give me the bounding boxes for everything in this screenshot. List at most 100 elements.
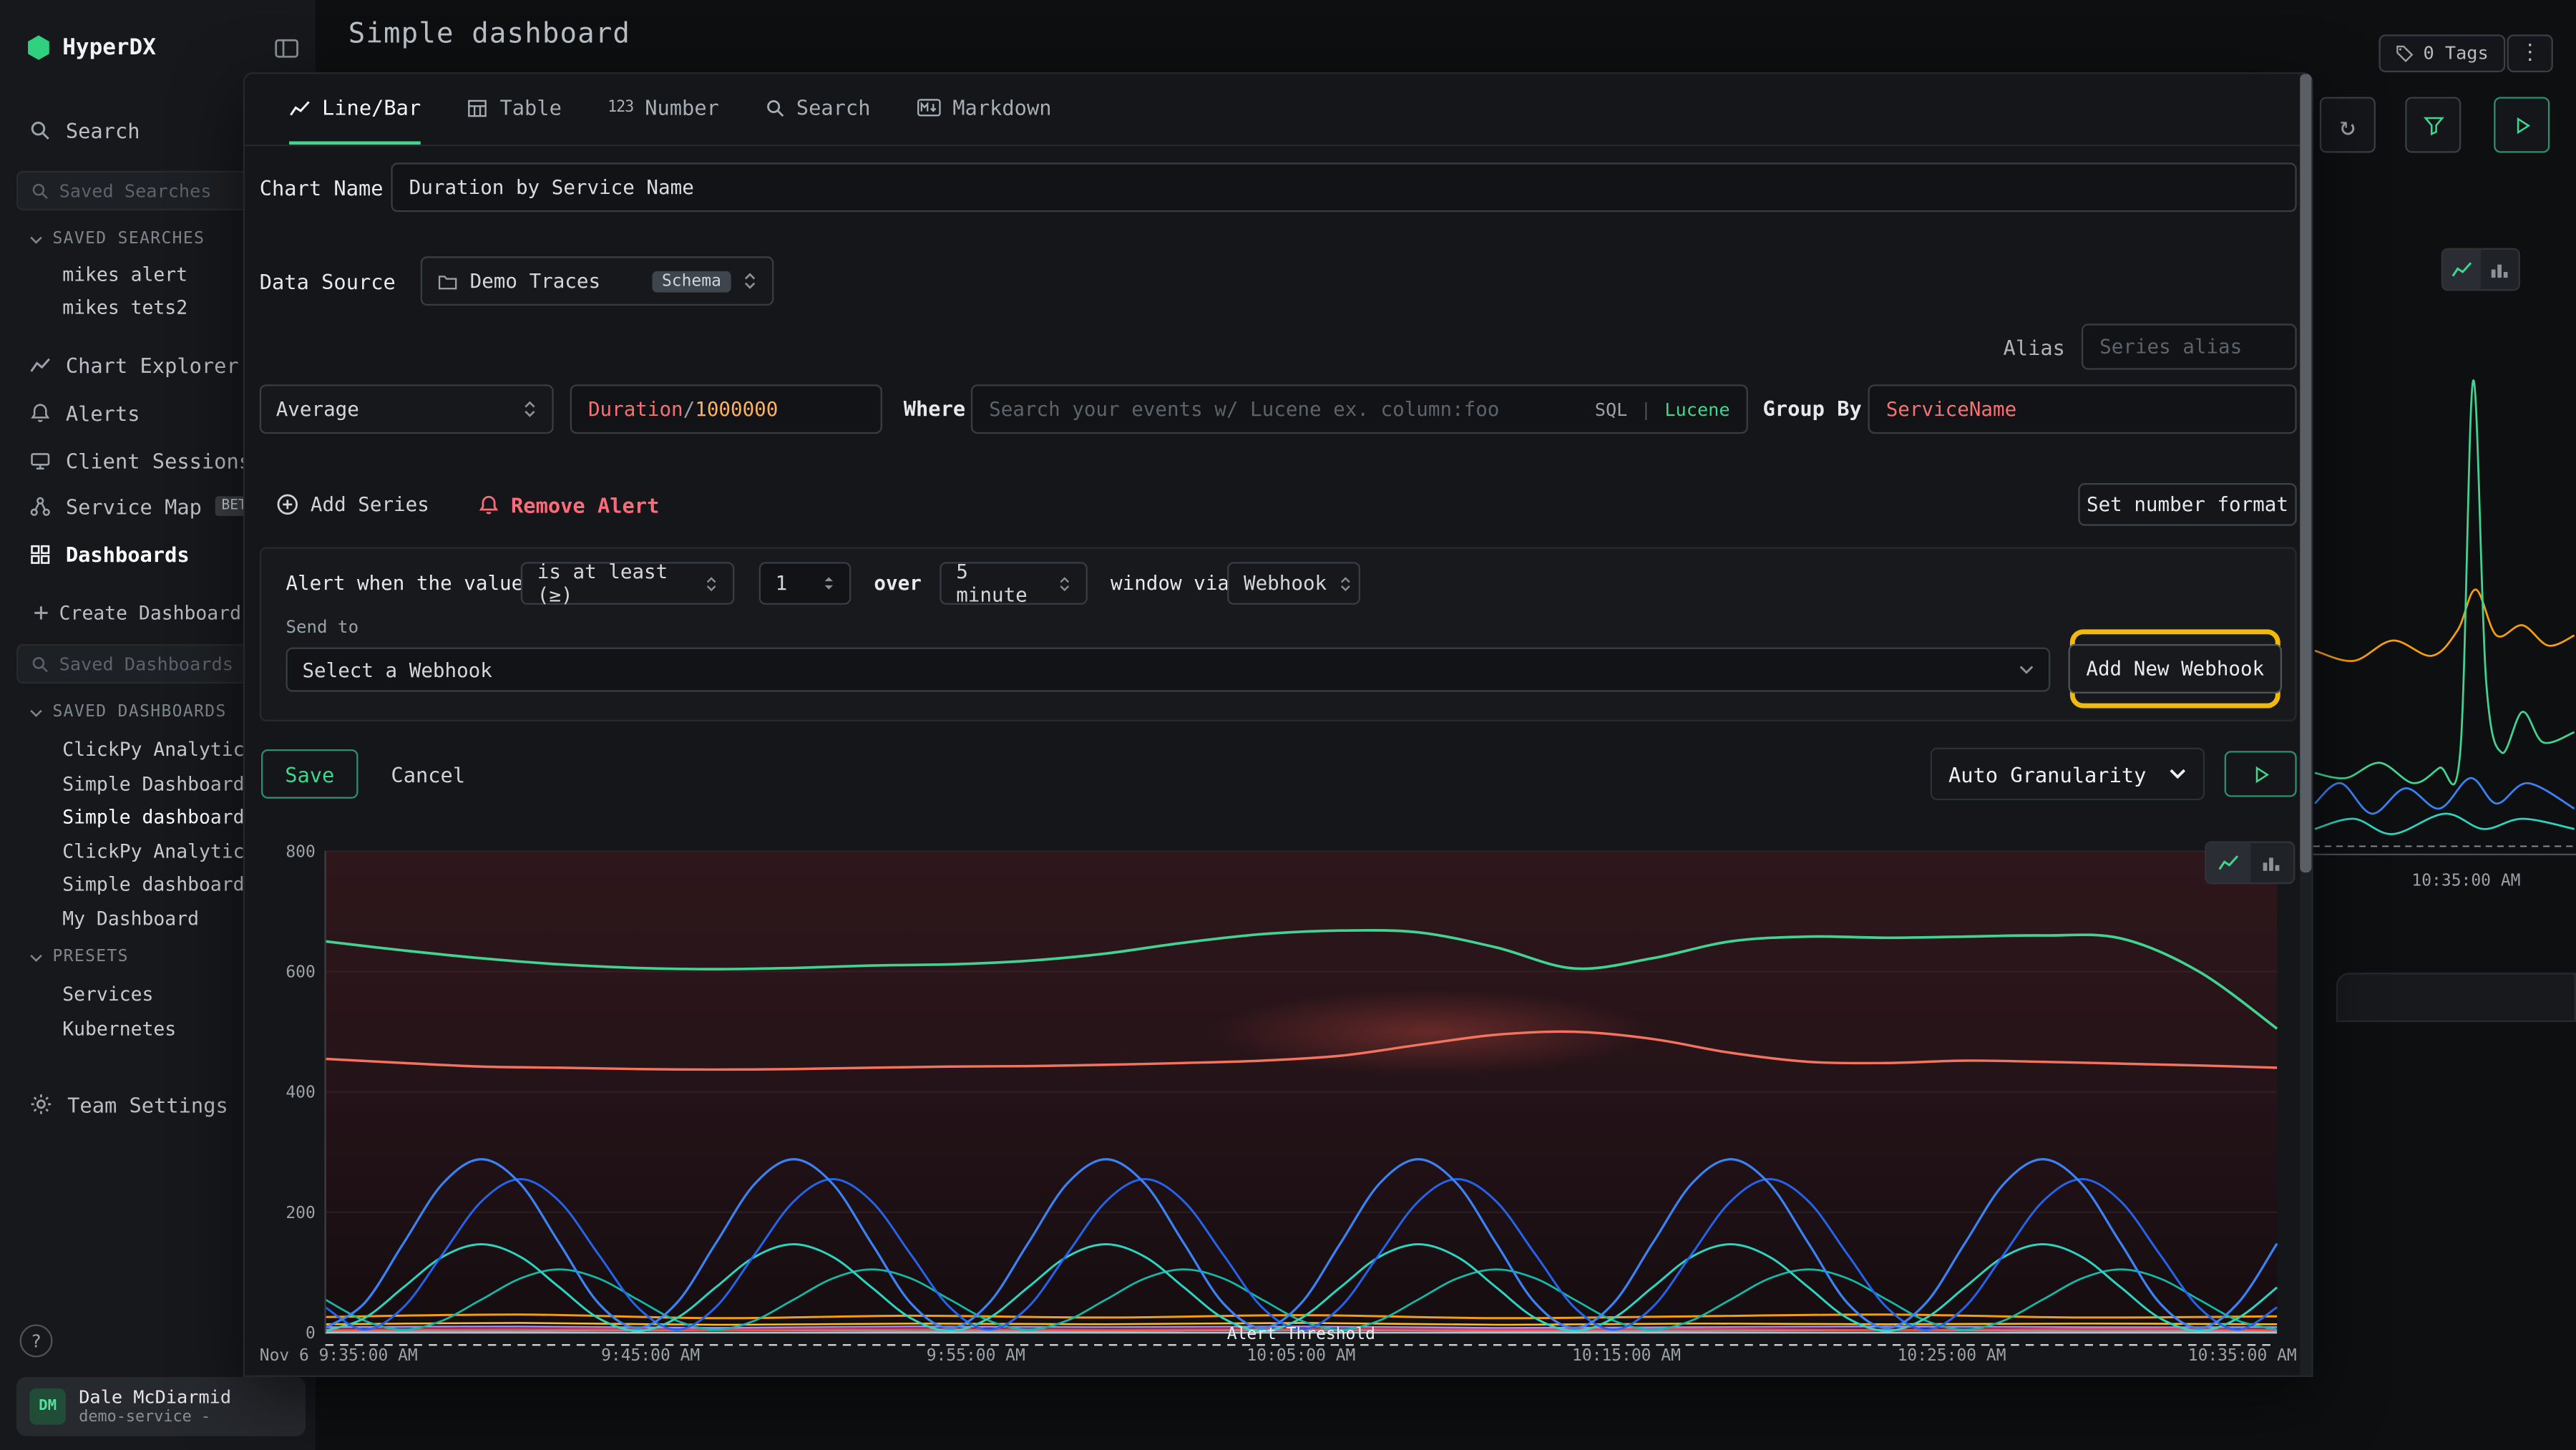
page-header: Simple dashboard 0 Tags ⋮ [0, 0, 2576, 72]
data-source-select[interactable]: Demo Traces Schema [421, 256, 774, 306]
tags-label: 0 Tags [2423, 43, 2488, 64]
chart-type-toggle[interactable] [2205, 842, 2295, 885]
alert-window-select[interactable]: 5 minute [940, 562, 1088, 605]
saved-searches-section[interactable]: SAVED SEARCHES [29, 230, 205, 248]
sidebar-item-label: Alerts [66, 400, 140, 424]
alert-condition-value: is at least (≥) [537, 560, 693, 606]
bar-chart-icon[interactable] [2481, 250, 2519, 289]
svg-text:10:35:00 AM: 10:35:00 AM [2188, 1346, 2297, 1365]
alert-threshold-input[interactable]: 1 [759, 562, 852, 605]
dashboard-list-item-active[interactable]: Simple dashboard [62, 805, 244, 828]
user-menu[interactable]: DM Dale McDiarmid demo-service - [16, 1377, 306, 1436]
add-series-label: Add Series [311, 493, 429, 516]
field-expression[interactable]: Duration/1000000 [570, 384, 882, 434]
modal-scrollbar[interactable] [2300, 74, 2311, 1375]
tutorial-highlight: Add New Webhook [2070, 629, 2280, 708]
alias-input[interactable] [2099, 335, 2278, 358]
saved-dashboards-section[interactable]: SAVED DASHBOARDS [29, 704, 226, 721]
scrollbar-thumb[interactable] [2300, 74, 2311, 872]
granularity-select[interactable]: Auto Granularity [1931, 748, 2205, 800]
cancel-label: Cancel [391, 762, 465, 786]
chevron-down-icon [2169, 767, 2187, 780]
markdown-icon [917, 99, 941, 117]
svg-text:9:55:00 AM: 9:55:00 AM [927, 1346, 1025, 1365]
dashboard-list-item[interactable]: ClickPy Analytics [62, 840, 255, 862]
section-label: SAVED DASHBOARDS [52, 704, 226, 721]
dashboard-list-item[interactable]: ClickPy Analytics [62, 738, 255, 761]
dashboard-list-item[interactable]: Simple dashboard [62, 872, 244, 895]
chevron-down-icon [29, 707, 42, 717]
save-button[interactable]: Save [261, 749, 358, 799]
app-window: Simple dashboard 0 Tags ⋮ ↻ [0, 0, 2576, 1450]
where-field[interactable]: SQL | Lucene [971, 384, 1748, 434]
saved-search-item[interactable]: mikes tets2 [62, 296, 187, 318]
select-chevrons-icon [705, 574, 718, 592]
preset-item[interactable]: Kubernetes [62, 1017, 176, 1040]
send-to-label: Send to [286, 618, 358, 638]
data-source-label: Data Source [260, 270, 396, 294]
lucene-mode[interactable]: Lucene [1664, 399, 1729, 420]
svg-text:10:25:00 AM: 10:25:00 AM [1898, 1346, 2006, 1365]
preset-item[interactable]: Services [62, 983, 153, 1006]
alias-field[interactable] [2082, 323, 2297, 369]
dashboard-list-item[interactable]: My Dashboard [62, 907, 199, 930]
group-by-field[interactable] [1868, 384, 2296, 434]
field-slash: / [683, 398, 696, 421]
saved-search-item[interactable]: mikes alert [62, 263, 187, 286]
filter-button[interactable] [2405, 97, 2461, 152]
run-chart-button[interactable] [2225, 751, 2297, 797]
presets-section[interactable]: PRESETS [29, 948, 129, 966]
tags-button[interactable]: 0 Tags [2379, 34, 2504, 72]
chart-name-field[interactable] [391, 162, 2296, 212]
alias-label: Alias [1921, 335, 2065, 359]
aggregation-select[interactable]: Average [260, 384, 554, 434]
add-series-button[interactable]: Add Series [276, 485, 429, 524]
sql-mode[interactable]: SQL [1595, 399, 1628, 420]
set-number-format-label: Set number format [2087, 493, 2288, 516]
add-new-webhook-label: Add New Webhook [2086, 657, 2264, 680]
preview-chart: Alert Threshold0200400600800Nov 6 9:35:0… [260, 832, 2297, 1374]
where-input[interactable] [989, 398, 1581, 421]
network-icon [29, 495, 51, 517]
add-new-webhook-button[interactable]: Add New Webhook [2068, 644, 2282, 694]
background-chart-type-toggle[interactable] [2441, 248, 2520, 291]
bell-icon [29, 402, 51, 423]
svg-text:200: 200 [286, 1204, 315, 1222]
chart-name-input[interactable] [409, 176, 2279, 199]
tab-search[interactable]: Search [765, 74, 870, 145]
tab-table[interactable]: Table [467, 74, 562, 145]
remove-alert-button[interactable]: Remove Alert [478, 485, 659, 524]
stepper-icon [823, 575, 834, 592]
refresh-button[interactable]: ↻ [2320, 97, 2376, 152]
chevron-down-icon [2019, 664, 2034, 676]
schema-badge: Schema [652, 271, 731, 292]
tab-markdown[interactable]: Markdown [917, 74, 1052, 145]
chart-name-label: Chart Name [260, 176, 384, 200]
sidebar-item-label: Team Settings [67, 1092, 228, 1116]
set-number-format-button[interactable]: Set number format [2078, 483, 2296, 526]
line-chart: Alert Threshold0200400600800Nov 6 9:35:0… [260, 832, 2297, 1374]
bar-chart-icon[interactable] [2250, 843, 2293, 882]
line-chart-icon[interactable] [2443, 250, 2481, 289]
section-label: PRESETS [52, 948, 128, 966]
dashboard-list-item[interactable]: Simple Dashboard [62, 772, 244, 795]
tab-line-bar[interactable]: Line/Bar [289, 74, 421, 145]
number-icon: 123 [608, 99, 633, 117]
alert-channel-select[interactable]: Webhook [1227, 562, 1360, 605]
svg-text:800: 800 [286, 842, 315, 861]
cancel-button[interactable]: Cancel [391, 749, 465, 799]
sidebar-collapse-button[interactable] [270, 33, 303, 62]
editor-tabs: Line/Bar Table 123 Number Search [245, 74, 2311, 146]
more-menu-button[interactable]: ⋮ [2507, 34, 2553, 72]
run-query-button[interactable] [2494, 97, 2550, 152]
tab-number[interactable]: 123 Number [608, 74, 719, 145]
alert-condition-select[interactable]: is at least (≥) [521, 562, 734, 605]
group-by-input[interactable] [1886, 398, 2279, 421]
help-button[interactable]: ? [20, 1325, 53, 1358]
line-chart-icon [289, 98, 311, 118]
line-chart-icon[interactable] [2206, 843, 2250, 882]
select-chevrons-icon [743, 271, 758, 291]
grid-icon [29, 543, 51, 565]
webhook-select[interactable]: Select a Webhook [286, 648, 2050, 692]
chart-editor-modal: Line/Bar Table 123 Number Search [243, 72, 2313, 1377]
